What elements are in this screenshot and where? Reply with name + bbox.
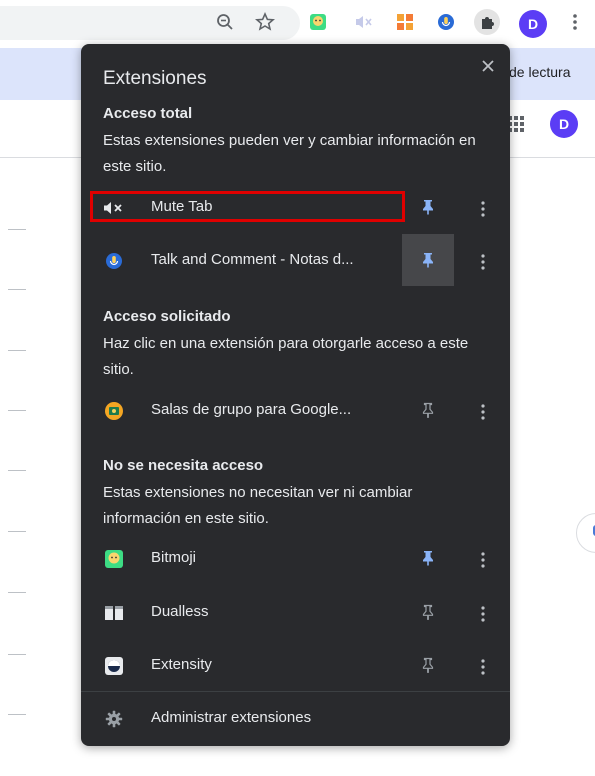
page-line (8, 470, 26, 471)
talk-and-comment-icon (103, 250, 125, 272)
page-line (8, 592, 26, 593)
extension-row-dualless[interactable]: Dualless (81, 592, 510, 632)
reading-list-link[interactable]: de lectura (509, 64, 570, 80)
avatar[interactable]: D (519, 10, 547, 38)
extensions-popup: Extensiones Acceso total Estas extension… (81, 44, 510, 746)
manage-extensions-button[interactable]: Administrar extensiones (81, 696, 510, 740)
pin-outline-icon (422, 402, 434, 418)
pin-filled-icon (423, 200, 433, 215)
kebab-menu-icon (481, 254, 485, 270)
kebab-menu-icon (481, 201, 485, 217)
bitmoji-icon[interactable] (305, 9, 331, 35)
kebab-menu-icon (481, 552, 485, 568)
extension-name: Bitmoji (151, 549, 197, 566)
page-line (8, 531, 26, 532)
kebab-menu-icon (481, 404, 485, 420)
browser-toolbar: D (0, 0, 595, 48)
section-title-full-access: Acceso total (103, 105, 193, 122)
page-line (8, 229, 26, 230)
pin-button[interactable] (402, 234, 454, 286)
extension-row-extensity[interactable]: Extensity (81, 645, 510, 685)
pin-button[interactable] (402, 639, 454, 691)
page-avatar[interactable]: D (550, 110, 578, 138)
kebab-menu-icon[interactable] (562, 9, 588, 35)
zoom-out-icon[interactable] (212, 9, 238, 35)
manage-extensions-label: Administrar extensiones (151, 709, 312, 726)
page-line (8, 654, 26, 655)
pin-outline-icon (422, 657, 434, 673)
extension-name: Talk and Comment - Notas d... (151, 251, 354, 268)
more-options-button[interactable] (471, 398, 495, 426)
apps-grid-icon[interactable] (508, 116, 524, 132)
section-desc-full-access: Estas extensiones pueden ver y cambiar i… (103, 132, 476, 175)
avatar-initial: D (527, 16, 539, 32)
gear-icon (103, 708, 125, 730)
extension-name: Dualless (151, 603, 209, 620)
extensity-icon (103, 655, 125, 677)
mute-tab-icon[interactable] (351, 9, 377, 35)
pin-outline-icon (422, 604, 434, 620)
more-options-button[interactable] (471, 600, 495, 628)
section-desc-no-access-needed: Estas extensiones no necesitan ver ni ca… (103, 484, 413, 527)
extension-name: Extensity (151, 656, 212, 673)
more-options-button[interactable] (471, 195, 495, 223)
page-line (8, 289, 26, 290)
section-title-requested-access: Acceso solicitado (103, 308, 231, 325)
extension-name: Salas de grupo para Google... (151, 401, 352, 418)
kebab-menu-icon (481, 659, 485, 675)
page-line (8, 350, 26, 351)
breakout-rooms-icon (103, 400, 125, 422)
extension-row-talk-and-comment[interactable]: Talk and Comment - Notas d... (81, 234, 510, 286)
more-options-button[interactable] (471, 653, 495, 681)
page-avatar-initial: D (558, 116, 570, 132)
close-button[interactable] (476, 54, 500, 78)
pin-filled-icon (423, 253, 433, 268)
extension-row-breakout-rooms[interactable]: Salas de grupo para Google... (81, 390, 510, 430)
pin-button[interactable] (402, 532, 454, 584)
footer-divider (81, 691, 510, 692)
extensions-puzzle-icon[interactable] (474, 9, 500, 35)
star-icon[interactable] (252, 9, 278, 35)
close-icon (482, 60, 494, 72)
pin-filled-icon (423, 551, 433, 566)
bitmoji-icon (103, 548, 125, 570)
dualless-icon[interactable] (392, 9, 418, 35)
section-title-no-access-needed: No se necesita acceso (103, 457, 264, 474)
talk-and-comment-icon[interactable] (433, 9, 459, 35)
highlight-annotation-box (90, 191, 405, 222)
mic-bubble-icon[interactable] (576, 513, 595, 553)
extension-row-bitmoji[interactable]: Bitmoji (81, 538, 510, 578)
dualless-icon (103, 602, 125, 624)
page-line (8, 714, 26, 715)
page-line (8, 410, 26, 411)
popup-title: Extensiones (103, 68, 207, 89)
more-options-button[interactable] (471, 248, 495, 276)
pin-button[interactable] (402, 181, 454, 233)
kebab-menu-icon (481, 606, 485, 622)
more-options-button[interactable] (471, 546, 495, 574)
pin-button[interactable] (402, 384, 454, 436)
pin-button[interactable] (402, 586, 454, 638)
section-desc-requested-access: Haz clic en una extensión para otorgarle… (103, 335, 469, 378)
